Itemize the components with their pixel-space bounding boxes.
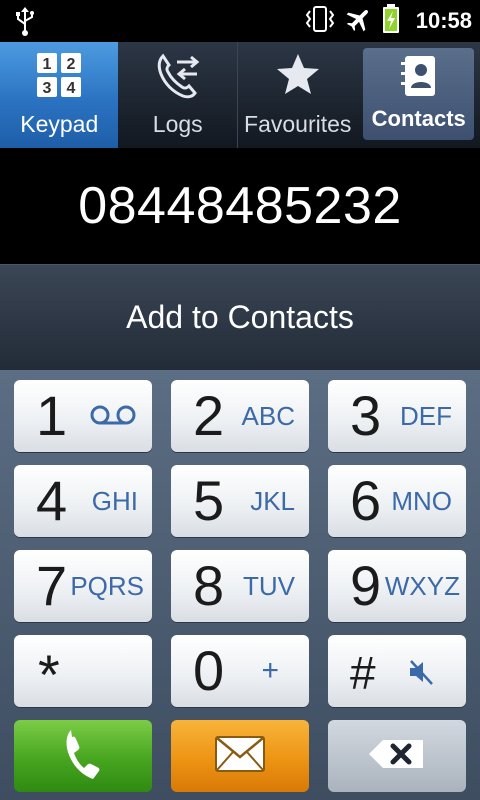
key-letters: PQRS [70,571,144,601]
keypad-icon-digit: 2 [67,56,76,73]
key-letters: + [261,654,279,687]
keypad-icon-digit: 4 [67,80,76,97]
key-8[interactable]: 8 TUV [171,550,309,622]
key-letters: TUV [243,571,295,601]
key-digit: # [350,647,376,699]
tab-logs[interactable]: Logs [118,42,236,148]
keypad-icon-digit: 1 [43,56,52,73]
battery-charging-icon [382,4,400,38]
key-3[interactable]: 3 DEF [328,380,466,452]
key-star[interactable]: * [14,635,152,707]
usb-icon [14,6,36,40]
backspace-icon [367,738,427,774]
key-letters: GHI [91,486,138,516]
phone-icon [63,727,103,785]
add-to-contacts-label: Add to Contacts [126,299,354,335]
tab-keypad-label: Keypad [20,111,99,137]
key-4[interactable]: 4 GHI [14,465,152,537]
status-bar: 10:58 [0,0,480,42]
key-digit: 6 [350,469,382,532]
key-letters: MNO [391,486,452,516]
voicemail-icon [90,404,136,430]
key-9[interactable]: 9 WXYZ [328,550,466,622]
key-1[interactable]: 1 [14,380,152,452]
envelope-icon [214,735,266,777]
key-digit: 9 [350,554,382,617]
backspace-button[interactable] [328,720,466,792]
dialed-number: 08448485232 [0,148,480,264]
key-5[interactable]: 5 JKL [171,465,309,537]
tab-keypad[interactable]: 1 2 3 4 Keypad [0,42,119,148]
airplane-icon [346,6,372,36]
key-digit: 1 [36,384,68,447]
key-letters: ABC [241,401,295,431]
star-icon [275,52,321,104]
key-digit: 8 [193,554,225,617]
tab-bar: 1 2 3 4 Keypad Logs Favourites Contacts [0,42,480,148]
key-digit: 3 [350,384,382,447]
key-digit: 7 [36,554,68,617]
key-digit: * [38,643,60,706]
add-to-contacts-button[interactable]: Add to Contacts [0,264,480,370]
vibrate-icon [304,5,336,37]
key-0[interactable]: 0 + [171,635,309,707]
tab-contacts[interactable]: Contacts [363,48,475,140]
key-digit: 2 [193,384,225,447]
mute-icon [406,657,436,691]
keypad-icon-digit: 3 [43,80,52,97]
message-button[interactable] [171,720,309,792]
key-digit: 4 [36,469,68,532]
status-time: 10:58 [415,8,472,33]
tab-contacts-label: Contacts [371,106,466,131]
key-letters: DEF [400,401,452,431]
key-letters: WXYZ [384,571,460,601]
key-letters: JKL [250,486,295,516]
key-2[interactable]: 2 ABC [171,380,309,452]
key-digit: 0 [193,639,225,702]
key-digit: 5 [193,469,225,532]
call-logs-icon [153,52,203,108]
keypad-icon: 1 2 3 4 [36,52,82,104]
key-hash[interactable]: # [328,635,466,707]
contacts-icon [399,54,439,106]
tab-favourites[interactable]: Favourites [236,42,357,148]
key-7[interactable]: 7 PQRS [14,550,152,622]
key-6[interactable]: 6 MNO [328,465,466,537]
call-button[interactable] [14,720,152,792]
tab-favourites-label: Favourites [244,111,352,137]
tab-logs-label: Logs [152,111,203,137]
